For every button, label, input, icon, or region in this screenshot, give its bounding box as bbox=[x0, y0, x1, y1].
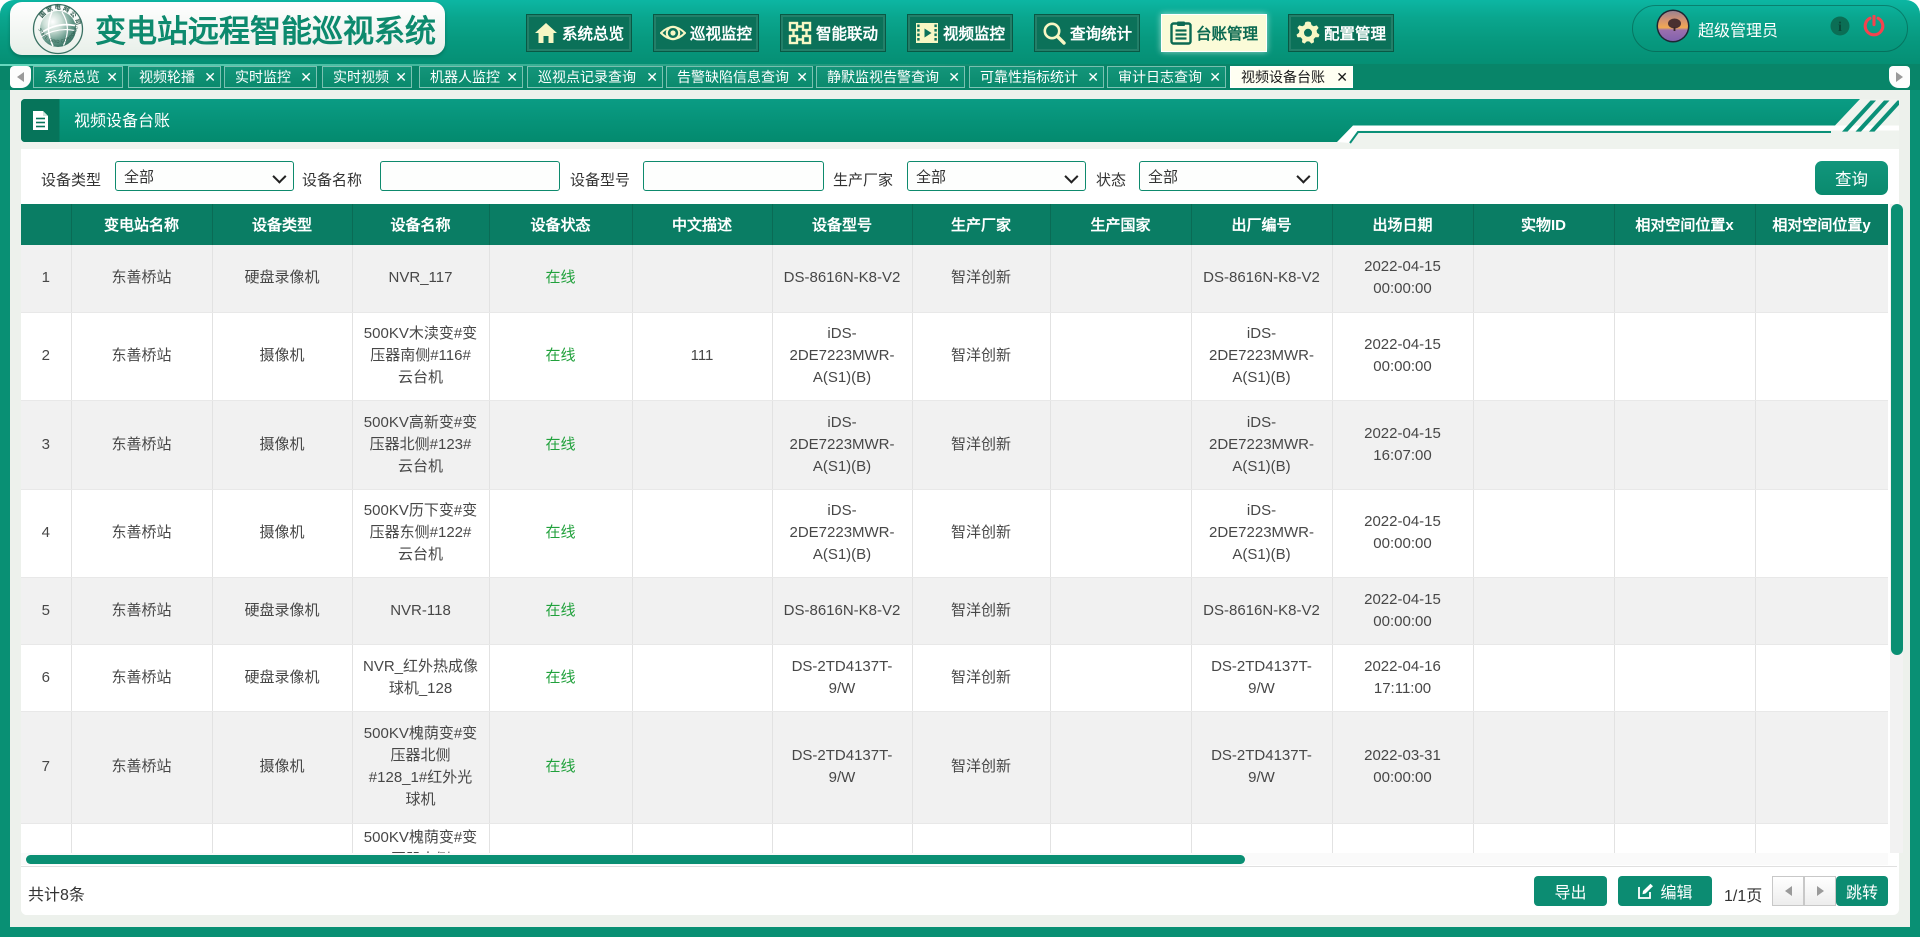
svg-text:视频设备台账: 视频设备台账 bbox=[74, 112, 170, 130]
svg-text:i: i bbox=[1838, 20, 1842, 35]
